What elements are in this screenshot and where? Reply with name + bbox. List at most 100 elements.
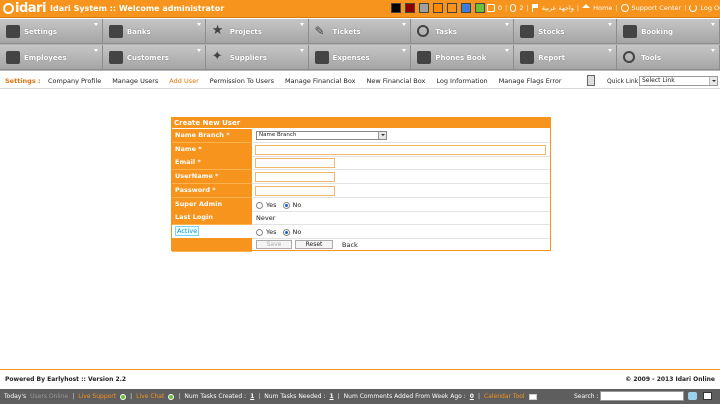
super-admin-yes-radio[interactable] — [256, 201, 263, 209]
subnav-link-manage-financial-box[interactable]: Manage Financial Box — [285, 77, 356, 85]
name-field[interactable] — [255, 145, 546, 155]
search-input[interactable] — [600, 391, 684, 401]
create-user-panel: Create New User Name Branch * Name Branc… — [171, 117, 551, 252]
close-icon[interactable] — [703, 392, 712, 400]
idari-logo[interactable]: idari — [3, 1, 46, 17]
active-radio-group: Yes No — [256, 228, 301, 236]
panel-title: Create New User — [172, 118, 550, 128]
back-link[interactable]: Back — [342, 241, 358, 249]
globe-icon — [620, 4, 629, 12]
support-center-link[interactable]: Support Center — [632, 4, 682, 12]
menu-item-projects[interactable]: ★ Projects — [205, 19, 309, 44]
attachment-icon[interactable] — [510, 4, 517, 12]
menu-row-1: Settings Banks ★ Projects ✎ Tickets Task… — [0, 19, 720, 45]
active-yes-radio[interactable] — [256, 228, 263, 236]
active-no-label: No — [292, 228, 302, 236]
username-field[interactable] — [255, 172, 335, 182]
num-tasks-needed-value[interactable]: 1 — [329, 393, 333, 400]
name-branch-value: Name Branch — [259, 132, 297, 138]
num-tasks-created-label: Num Tasks Created : — [184, 393, 247, 400]
copyright: © 2009 - 2013 Idari Online — [625, 376, 715, 383]
active-label: Active — [175, 226, 200, 236]
chevron-down-icon — [505, 49, 510, 52]
online-dot-icon — [168, 393, 175, 400]
active-no-radio[interactable] — [282, 228, 290, 236]
quick-link-select[interactable]: Select Link — [639, 76, 718, 86]
subnav-link-permission-to-users[interactable]: Permission To Users — [210, 77, 274, 85]
theme-swatch-darkorange[interactable] — [433, 3, 443, 13]
theme-swatch-black[interactable] — [391, 3, 401, 13]
calculator-icon[interactable] — [587, 75, 595, 86]
calendar-tool-link[interactable]: Calendar Tool — [484, 393, 525, 400]
menu-item-phones-book[interactable]: Phones Book — [411, 45, 515, 70]
home-link[interactable]: Home — [593, 4, 612, 12]
menu-label: Customers — [126, 54, 169, 62]
menu-item-stocks[interactable]: Stocks — [514, 19, 618, 44]
menu-item-suppliers[interactable]: ✦ Suppliers — [205, 45, 309, 70]
menu-item-customers[interactable]: Customers — [102, 45, 206, 70]
home-icon — [582, 4, 591, 8]
theme-swatches — [391, 3, 485, 14]
subnav-link-add-user[interactable]: Add User — [169, 77, 198, 85]
super-admin-radio-group: Yes No — [256, 201, 301, 209]
menu-item-tickets[interactable]: ✎ Tickets — [308, 19, 412, 44]
chevron-down-icon — [196, 23, 201, 26]
theme-swatch-darkred[interactable] — [405, 3, 415, 13]
separator: | — [526, 4, 529, 12]
super-admin-no-label: No — [292, 201, 302, 209]
menu-item-booking[interactable]: Booking — [617, 19, 720, 44]
super-admin-yes-label: Yes — [266, 201, 277, 209]
customers-icon — [108, 51, 123, 64]
mail-icon[interactable] — [487, 4, 495, 12]
subnav-link-log-information[interactable]: Log Information — [436, 77, 487, 85]
super-admin-no-radio[interactable] — [282, 201, 290, 209]
name-branch-select[interactable]: Name Branch — [256, 131, 387, 140]
chevron-down-icon — [608, 23, 613, 26]
password-field[interactable] — [255, 186, 335, 196]
live-support-link[interactable]: Live Support — [78, 393, 116, 400]
row-actions: Save Reset Back — [172, 238, 550, 252]
menu-item-banks[interactable]: Banks — [102, 19, 206, 44]
status-bar: Today's Users Online | Live Support | Li… — [0, 389, 720, 404]
separator: | — [684, 4, 687, 12]
theme-swatch-orange[interactable] — [447, 3, 457, 13]
top-actions: 0 | 2 | واجهة عربية | Home | Support Cen… — [487, 4, 720, 12]
theme-swatch-gray[interactable] — [419, 3, 429, 13]
menu-item-tasks[interactable]: Tasks — [411, 19, 515, 44]
menu-item-expenses[interactable]: Expenses — [308, 45, 412, 70]
subnav-link-new-financial-box[interactable]: New Financial Box — [367, 77, 426, 85]
bank-icon — [108, 25, 123, 38]
theme-swatch-blue[interactable] — [461, 3, 471, 13]
menu-label: Phones Book — [435, 54, 487, 62]
search-label: Search : — [574, 393, 599, 400]
num-tasks-created-value[interactable]: 1 — [250, 393, 254, 400]
menu-item-tools[interactable]: Tools — [617, 45, 720, 70]
menu-item-employees[interactable]: Employees — [0, 45, 103, 70]
calendar-icon[interactable] — [528, 393, 537, 400]
num-comments-value[interactable]: 0 — [470, 393, 474, 400]
menu-item-settings[interactable]: Settings — [0, 19, 103, 44]
subnav-link-company-profile[interactable]: Company Profile — [48, 77, 101, 85]
menu-label: Booking — [641, 28, 674, 36]
subnav-link-manage-flags-error[interactable]: Manage Flags Error — [499, 77, 562, 85]
save-button[interactable]: Save — [256, 240, 292, 249]
menu-item-report[interactable]: Report — [514, 45, 618, 70]
separator: | — [258, 393, 261, 400]
search-go-icon[interactable] — [688, 392, 697, 400]
logout-link[interactable]: Log Out — [700, 4, 720, 12]
ticket-icon: ✎ — [314, 24, 325, 38]
active-yes-label: Yes — [266, 228, 277, 236]
separator: | — [477, 393, 481, 400]
menu-label: Stocks — [538, 28, 565, 36]
powered-by: Powered By Earlyhost :: Version 2.2 — [5, 376, 127, 383]
arabic-interface-link[interactable]: واجهة عربية — [542, 4, 574, 12]
reset-button[interactable]: Reset — [295, 240, 333, 249]
gear-icon — [623, 51, 636, 63]
live-chat-link[interactable]: Live Chat — [136, 393, 164, 400]
chevron-down-icon — [378, 132, 386, 139]
email-field[interactable] — [255, 158, 335, 168]
menu-label: Expenses — [332, 54, 370, 62]
chevron-down-icon — [196, 49, 201, 52]
theme-swatch-green[interactable] — [475, 3, 485, 13]
subnav-link-manage-users[interactable]: Manage Users — [112, 77, 158, 85]
